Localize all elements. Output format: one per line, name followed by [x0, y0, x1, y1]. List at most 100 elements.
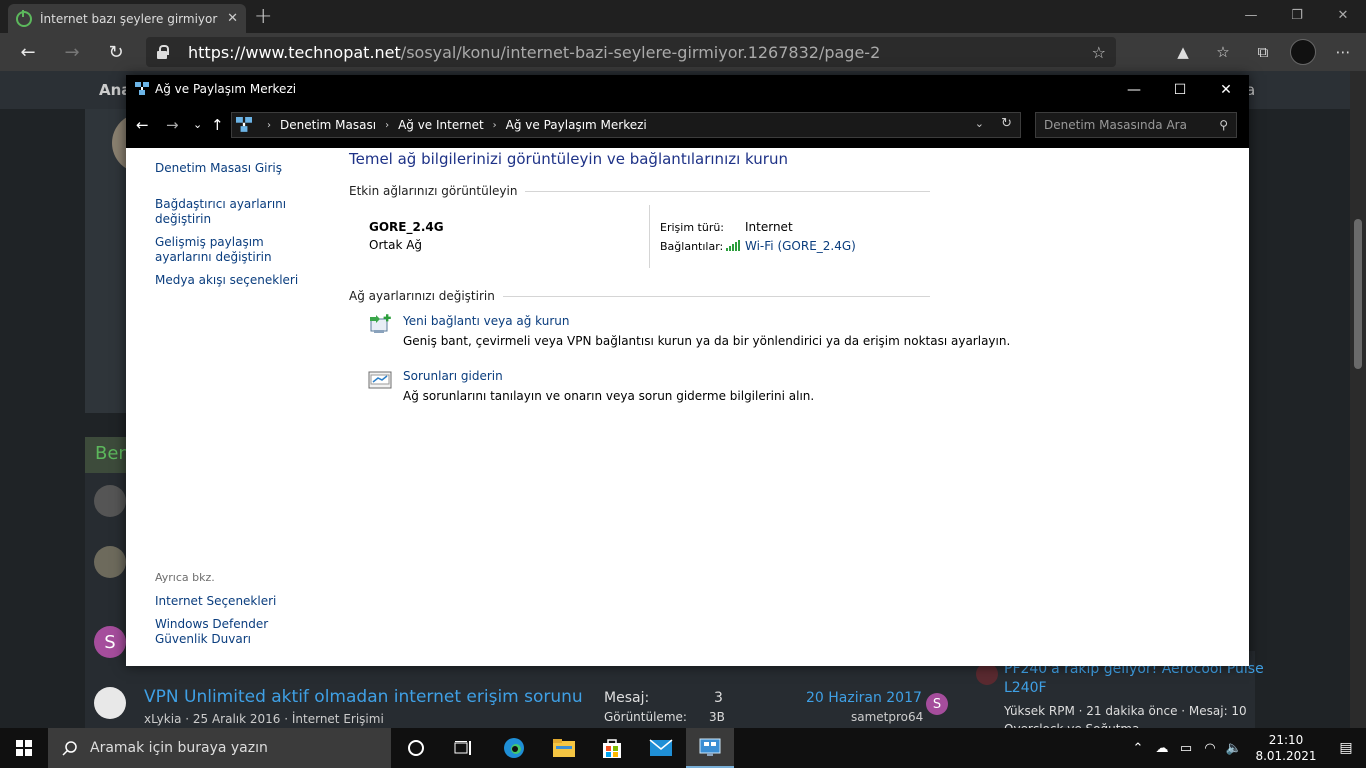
wifi-signal-icon: [726, 240, 740, 251]
minimize-icon[interactable]: —: [1111, 75, 1157, 104]
change-settings-section: Ağ ayarlarınızı değiştirin: [349, 289, 930, 303]
clock-time: 21:10: [1268, 733, 1304, 747]
new-tab-icon[interactable]: +: [254, 4, 272, 29]
troubleshoot-description: Ağ sorunlarını tanılayın ve onarın veya …: [403, 389, 815, 403]
favorite-star-icon[interactable]: ☆: [1092, 43, 1106, 62]
collections-icon[interactable]: ⧉: [1250, 39, 1276, 65]
breadcrumb-separator-icon[interactable]: ›: [493, 120, 497, 131]
up-icon[interactable]: ↑: [211, 116, 224, 134]
chevron-up-icon[interactable]: ⌃: [1126, 728, 1150, 768]
clock-date: 8.01.2021: [1255, 749, 1317, 763]
refresh-icon[interactable]: ↻: [1001, 116, 1012, 131]
network-name: GORE_2.4G: [369, 220, 444, 234]
breadcrumb-separator-icon[interactable]: ›: [267, 120, 271, 131]
windows-logo-icon: [16, 740, 32, 756]
favorites-icon[interactable]: ☆: [1210, 39, 1236, 65]
back-icon[interactable]: ←: [136, 116, 149, 134]
battery-icon[interactable]: ▭: [1174, 728, 1198, 768]
troubleshoot-link[interactable]: Sorunları giderin: [403, 369, 503, 383]
access-type-value: Internet: [745, 220, 793, 234]
taskbar-search-input[interactable]: [90, 740, 370, 756]
minimize-icon[interactable]: —: [1228, 0, 1274, 30]
onedrive-cloud-icon[interactable]: ☁: [1150, 728, 1174, 768]
avatar[interactable]: S: [94, 626, 126, 658]
clock[interactable]: 21:10 8.01.2021: [1246, 732, 1326, 764]
avatar[interactable]: [94, 485, 126, 517]
divider: [649, 205, 650, 268]
access-type-label: Erişim türü:: [660, 221, 725, 234]
wifi-icon[interactable]: ◠: [1198, 728, 1222, 768]
network-icon: [236, 117, 252, 132]
control-panel-home-link[interactable]: Denetim Masası Giriş: [155, 161, 315, 176]
forward-icon[interactable]: →: [58, 40, 86, 64]
back-icon[interactable]: ←: [14, 40, 42, 64]
search-input[interactable]: [1044, 118, 1204, 132]
window-title-bar[interactable]: Ağ ve Paylaşım Merkezi — ☐ ✕: [126, 75, 1249, 104]
file-explorer-icon[interactable]: [540, 728, 588, 768]
taskbar-search[interactable]: [48, 728, 391, 768]
views-label: Görüntüleme:: [604, 710, 687, 724]
recent-locations-chevron-icon[interactable]: ⌄: [193, 118, 202, 131]
store-icon[interactable]: [588, 728, 636, 768]
section-header-text: Ben: [95, 443, 130, 464]
start-button[interactable]: [0, 728, 48, 768]
thread-last-user[interactable]: sametpro64: [851, 710, 923, 724]
tab-title: İnternet bazı şeylere girmiyor | Sosyal: [40, 11, 220, 26]
adapter-settings-link[interactable]: Bağdaştırıcı ayarlarını değiştirin: [155, 197, 315, 227]
thread-title-link[interactable]: VPN Unlimited aktif olmadan internet eri…: [144, 687, 583, 707]
cortana-icon[interactable]: [392, 728, 440, 768]
thread-author-avatar[interactable]: [94, 687, 126, 719]
browser-tab[interactable]: İnternet bazı şeylere girmiyor | Sosyal …: [8, 4, 246, 33]
network-sharing-center-window: Ağ ve Paylaşım Merkezi — ☐ ✕ ← → ⌄ ↑ › D…: [126, 75, 1249, 666]
wifi-connection-link[interactable]: Wi-Fi (GORE_2.4G): [745, 239, 856, 254]
breadcrumb-item[interactable]: Ağ ve Paylaşım Merkezi: [506, 118, 647, 132]
network-icon: [135, 82, 149, 95]
advanced-sharing-link[interactable]: Gelişmiş paylaşım ayarlarını değiştirin: [155, 235, 305, 265]
mail-icon[interactable]: [637, 728, 685, 768]
control-panel-taskbar-icon[interactable]: [686, 728, 734, 768]
new-connection-link[interactable]: Yeni bağlantı veya ağ kurun: [403, 314, 569, 328]
forward-icon[interactable]: →: [166, 116, 179, 134]
side-avatar[interactable]: [976, 663, 998, 685]
page-scrollbar[interactable]: [1350, 71, 1366, 728]
firewall-link[interactable]: Windows Defender Güvenlik Duvarı: [155, 617, 315, 647]
maximize-icon[interactable]: ☐: [1157, 75, 1203, 104]
restore-icon[interactable]: ❐: [1274, 0, 1320, 30]
refresh-icon[interactable]: ↻: [102, 40, 130, 64]
task-view-icon[interactable]: [440, 728, 488, 768]
last-user-avatar[interactable]: S: [926, 693, 948, 715]
replies-label: Mesaj:: [604, 690, 650, 706]
edge-browser-icon[interactable]: [490, 728, 538, 768]
extension-icon[interactable]: ▲: [1170, 39, 1196, 65]
left-nav-pane: Denetim Masası Giriş Bağdaştırıcı ayarla…: [155, 161, 315, 288]
volume-icon[interactable]: 🔈: [1222, 728, 1246, 768]
notification-center-icon[interactable]: ▤: [1326, 740, 1366, 756]
profile-avatar-icon[interactable]: [1290, 39, 1316, 65]
site-favicon-icon: [16, 9, 32, 27]
browser-window-controls: — ❐ ✕: [1228, 0, 1366, 30]
close-icon[interactable]: ✕: [1203, 75, 1249, 104]
control-panel-search[interactable]: ⚲: [1035, 112, 1237, 138]
network-profile-type: Ortak Ağ: [369, 238, 423, 252]
scroll-thumb[interactable]: [1354, 219, 1362, 369]
main-content: Temel ağ bilgilerinizi görüntüleyin ve b…: [349, 150, 939, 168]
breadcrumb-item[interactable]: Denetim Masası: [280, 118, 376, 132]
close-icon[interactable]: ✕: [1320, 0, 1366, 30]
replies-value: 3: [714, 690, 723, 706]
internet-options-link[interactable]: Internet Seçenekleri: [155, 594, 276, 609]
chevron-down-icon[interactable]: ⌄: [975, 117, 984, 130]
breadcrumb-item[interactable]: Ağ ve Internet: [398, 118, 484, 132]
thread-meta: xLykia · 25 Aralık 2016 · İnternet Erişi…: [144, 712, 384, 726]
search-icon[interactable]: ⚲: [1219, 118, 1228, 132]
thread-last-date[interactable]: 20 Haziran 2017: [806, 690, 922, 706]
address-breadcrumb[interactable]: › Denetim Masası › Ağ ve Internet › Ağ v…: [231, 112, 1021, 138]
active-networks-section: Etkin ağlarınızı görüntüleyin: [349, 184, 930, 198]
media-streaming-link[interactable]: Medya akışı seçenekleri: [155, 273, 315, 288]
avatar[interactable]: [94, 546, 126, 578]
tab-close-icon[interactable]: ✕: [227, 11, 238, 26]
side-thread-meta: Yüksek RPM · 21 dakika önce · Mesaj: 10 …: [1004, 704, 1247, 728]
breadcrumb-separator-icon[interactable]: ›: [385, 120, 389, 131]
more-menu-icon[interactable]: ⋯: [1330, 39, 1356, 65]
search-icon: [62, 741, 77, 756]
address-bar[interactable]: https://www.technopat.net/sosyal/konu/in…: [146, 37, 1116, 67]
